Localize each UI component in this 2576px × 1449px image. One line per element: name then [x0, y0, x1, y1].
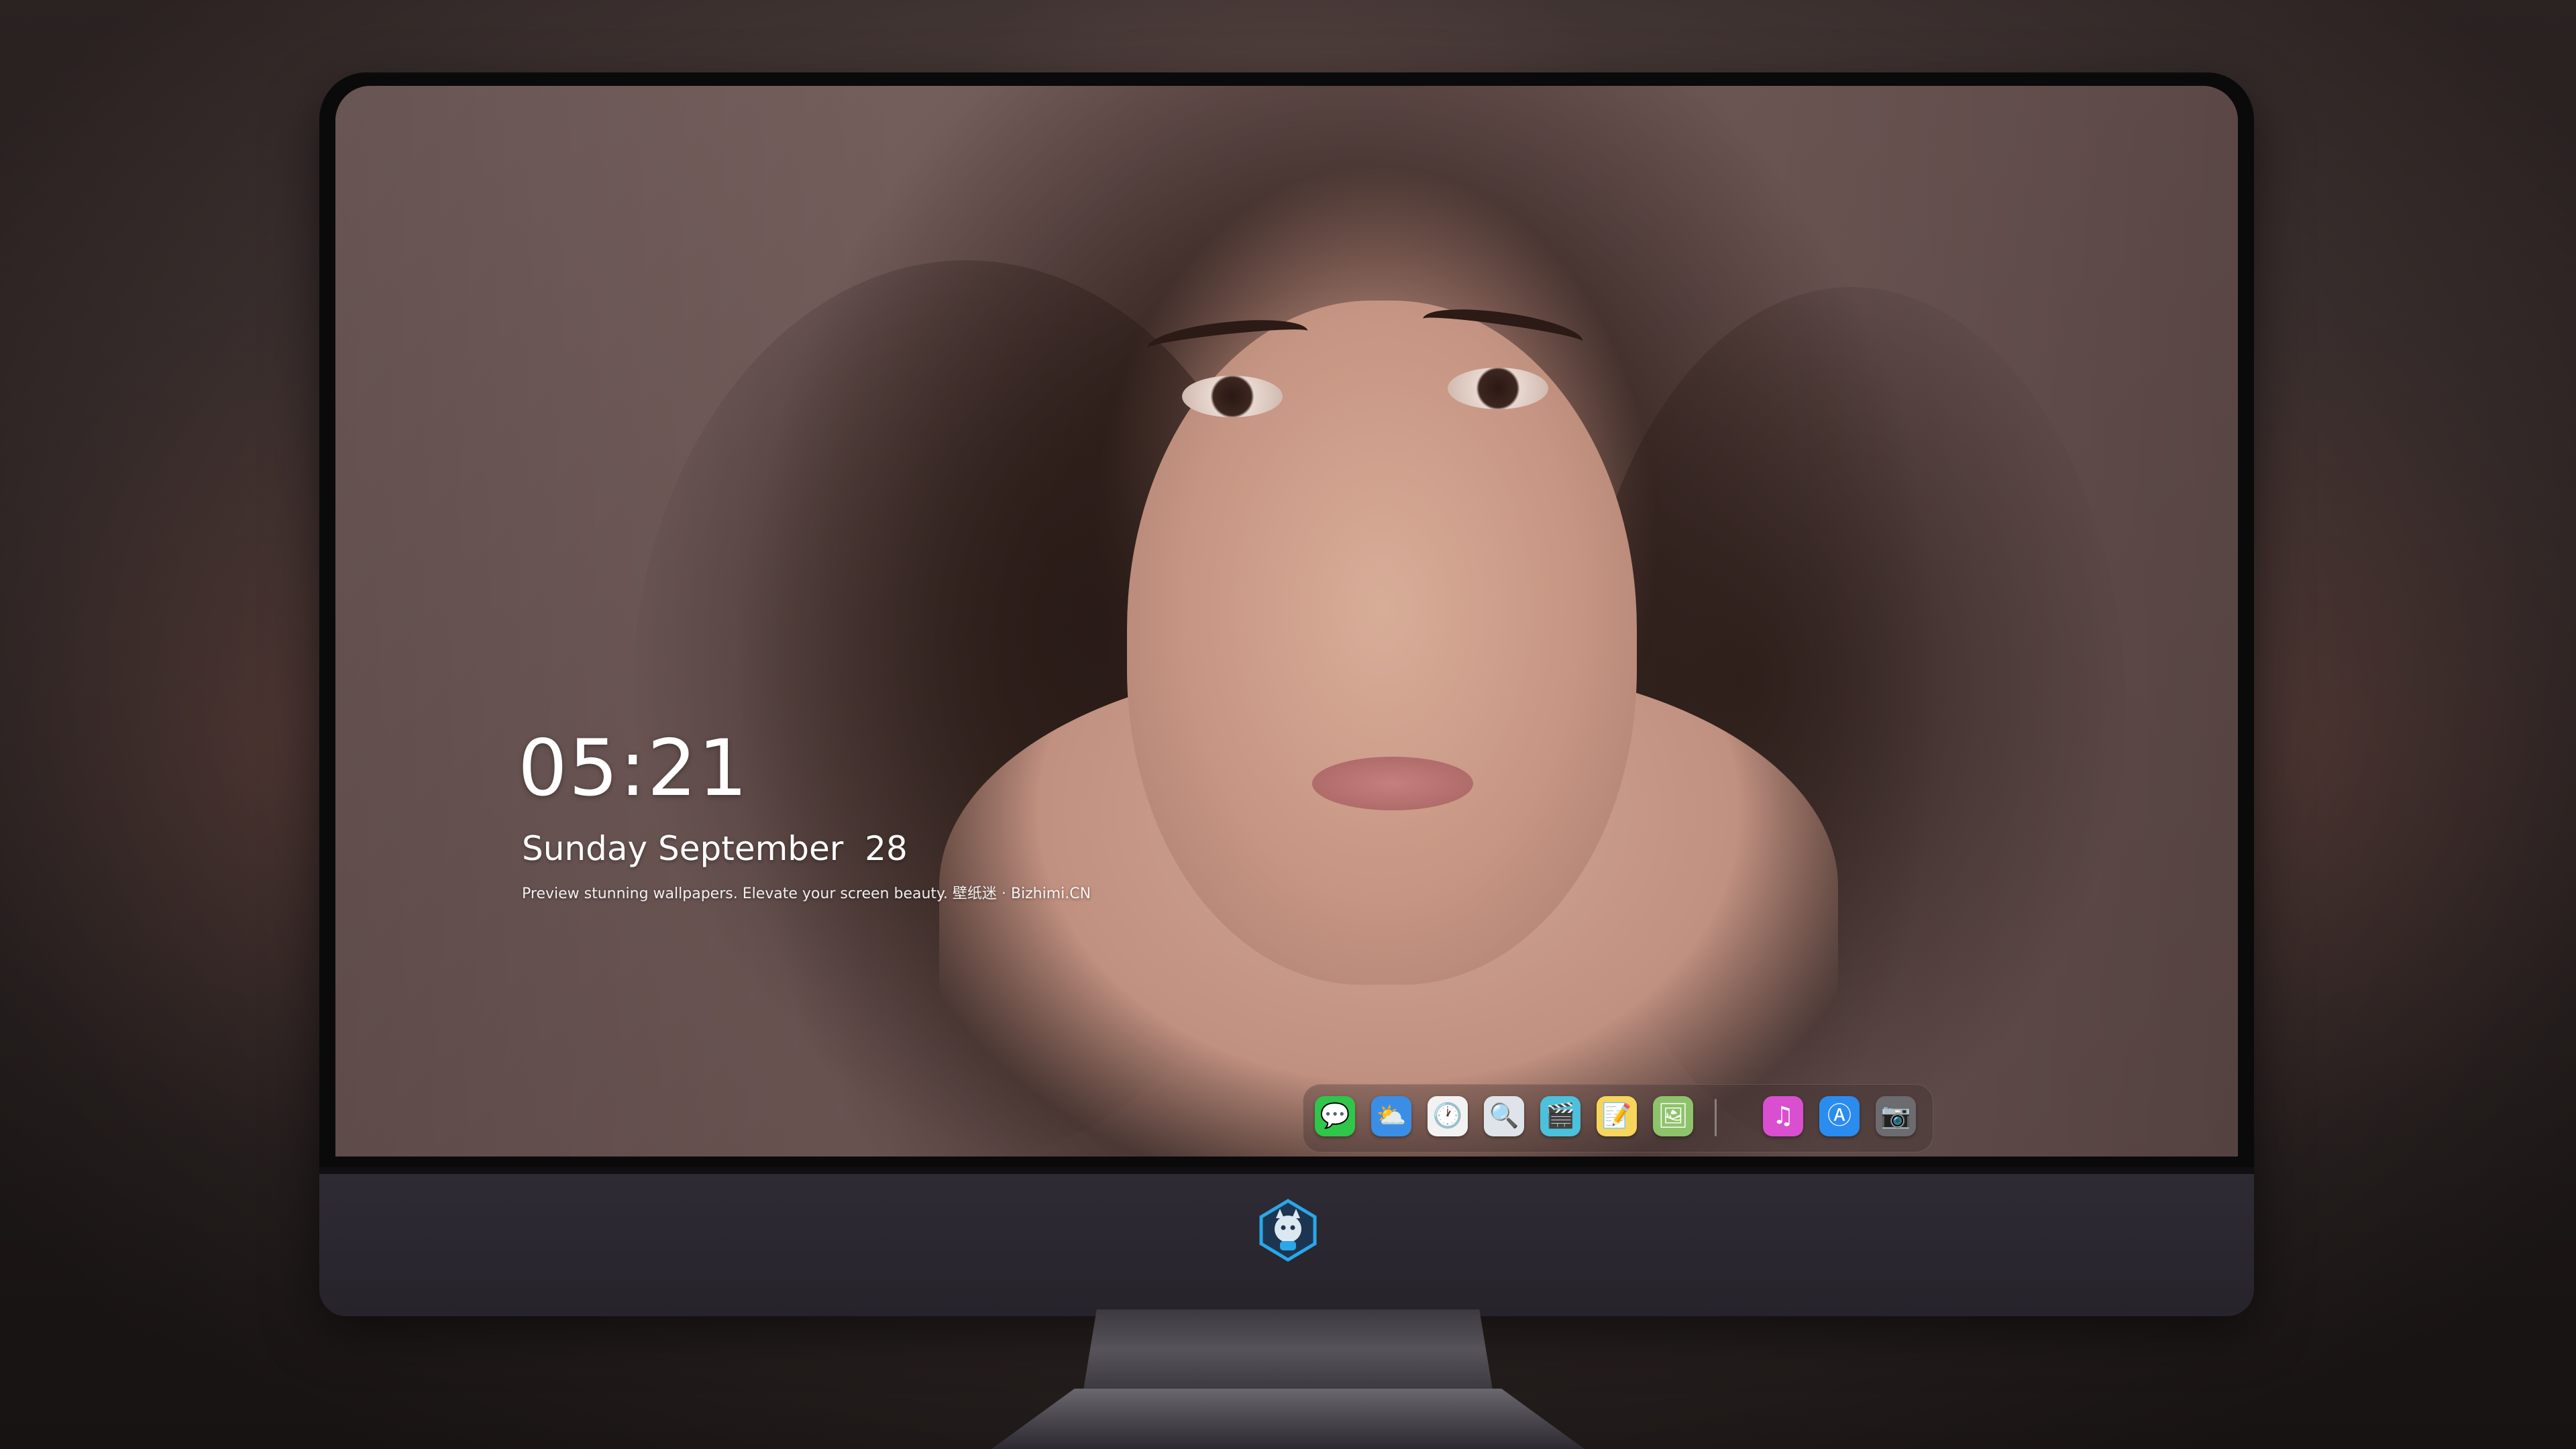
wallpaper-shade — [335, 86, 2238, 1157]
app-store-icon[interactable]: Ⓐ — [1819, 1096, 1860, 1136]
dock-separator — [1715, 1099, 1717, 1136]
monitor-stand-base — [991, 1389, 1585, 1449]
notes-icon[interactable]: 📝 — [1597, 1096, 1637, 1136]
camera-icon[interactable]: 📷 — [1876, 1096, 1916, 1136]
preview-icon[interactable]: 🔍 — [1484, 1096, 1524, 1136]
photos-icon[interactable]: 🖼 — [1653, 1096, 1693, 1136]
music-icon[interactable]: ♫ — [1763, 1096, 1803, 1136]
messages-icon[interactable]: 💬 — [1315, 1096, 1355, 1136]
lockscreen-tagline: Preview stunning wallpapers. Elevate you… — [522, 885, 1091, 902]
monitor: 05:21 Sunday September 28 Preview stunni… — [319, 72, 2254, 1309]
screen: 05:21 Sunday September 28 Preview stunni… — [335, 86, 2238, 1157]
brand-logo-icon — [1259, 1199, 1317, 1262]
clock-icon[interactable]: 🕐 — [1428, 1096, 1468, 1136]
weather-icon[interactable]: ⛅ — [1371, 1096, 1411, 1136]
lockscreen-date: Sunday September 28 — [522, 829, 908, 868]
lockscreen-time: 05:21 — [518, 723, 749, 814]
clapper-icon[interactable]: 🎬 — [1540, 1096, 1580, 1136]
